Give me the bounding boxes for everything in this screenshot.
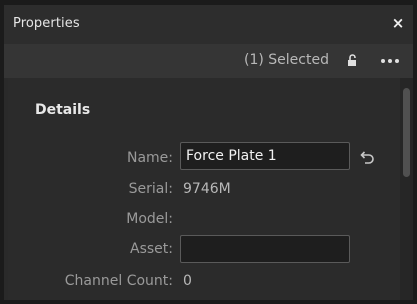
model-label: Model: [126, 211, 173, 227]
panel-title: Properties [13, 16, 80, 31]
details-section: Details Name: Serial: 9746M Model: Asset… [8, 78, 400, 300]
asset-label: Asset: [130, 241, 173, 257]
serial-value: 9746M [183, 181, 231, 197]
app-frame: Properties × (1) Selected Details Name: … [0, 0, 417, 304]
asset-field[interactable] [180, 235, 350, 263]
more-options-icon[interactable] [379, 52, 401, 68]
section-title-details: Details [35, 102, 91, 118]
selection-count: (1) Selected [244, 52, 329, 68]
panel-toolbar: (1) Selected [4, 44, 413, 78]
channel-count-value: 0 [183, 273, 192, 289]
revert-icon[interactable] [358, 148, 376, 166]
properties-panel: Properties × (1) Selected Details Name: … [4, 5, 413, 300]
channel-count-label: Channel Count: [64, 273, 173, 289]
serial-label: Serial: [128, 181, 173, 197]
panel-titlebar: Properties × [4, 5, 413, 44]
name-label: Name: [126, 150, 173, 166]
close-icon[interactable]: × [389, 14, 407, 32]
name-field[interactable] [180, 142, 350, 170]
lock-icon[interactable] [345, 53, 361, 69]
vertical-scrollbar[interactable] [400, 78, 413, 300]
scrollbar-thumb[interactable] [403, 88, 410, 177]
